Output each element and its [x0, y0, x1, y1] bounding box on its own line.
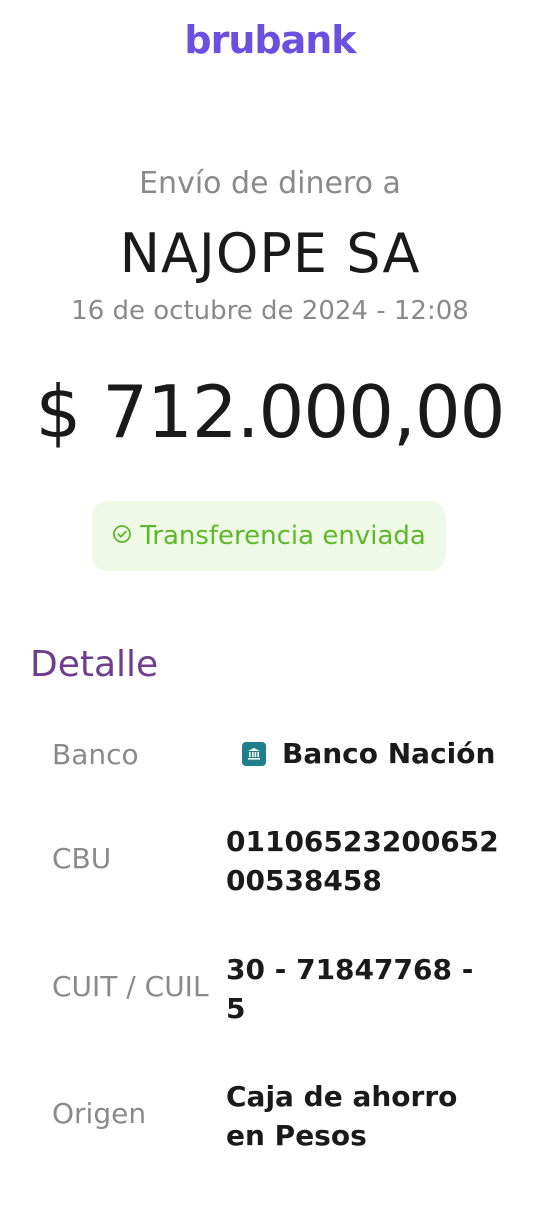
bank-icon — [242, 741, 266, 766]
cuit-value-line-2: 5 — [226, 992, 246, 1025]
bank-name: Banco Nación — [282, 737, 496, 770]
banco-value: Banco Nación — [242, 734, 532, 773]
status-badge: Transferencia enviada — [92, 501, 446, 571]
origen-value-line-2: en Pesos — [226, 1119, 367, 1152]
banco-label: Banco — [52, 738, 139, 771]
transfer-subtitle: Envío de dinero a — [139, 166, 401, 201]
cuit-value-line-1: 30 - 71847768 - — [226, 953, 474, 986]
detail-title: Detalle — [30, 644, 159, 685]
origen-label: Origen — [52, 1097, 147, 1130]
recipient-name: NAJOPE SA — [119, 222, 421, 285]
cbu-label: CBU — [52, 842, 112, 875]
transfer-datetime: 16 de octubre de 2024 - 12:08 — [71, 296, 469, 326]
cuit-label: CUIT / CUIL — [52, 970, 209, 1003]
origen-value: Caja de ahorro en Pesos — [226, 1077, 516, 1155]
status-text: Transferencia enviada — [140, 521, 426, 551]
cbu-value: 0110652320065200538458 — [226, 825, 499, 897]
transfer-amount: $ 712.000,00 — [35, 370, 506, 454]
check-circle-icon — [112, 524, 132, 548]
origen-value-line-1: Caja de ahorro — [226, 1080, 458, 1113]
brubank-logo: brubank — [184, 18, 356, 62]
cuit-value: 30 - 71847768 - 5 — [226, 950, 516, 1028]
